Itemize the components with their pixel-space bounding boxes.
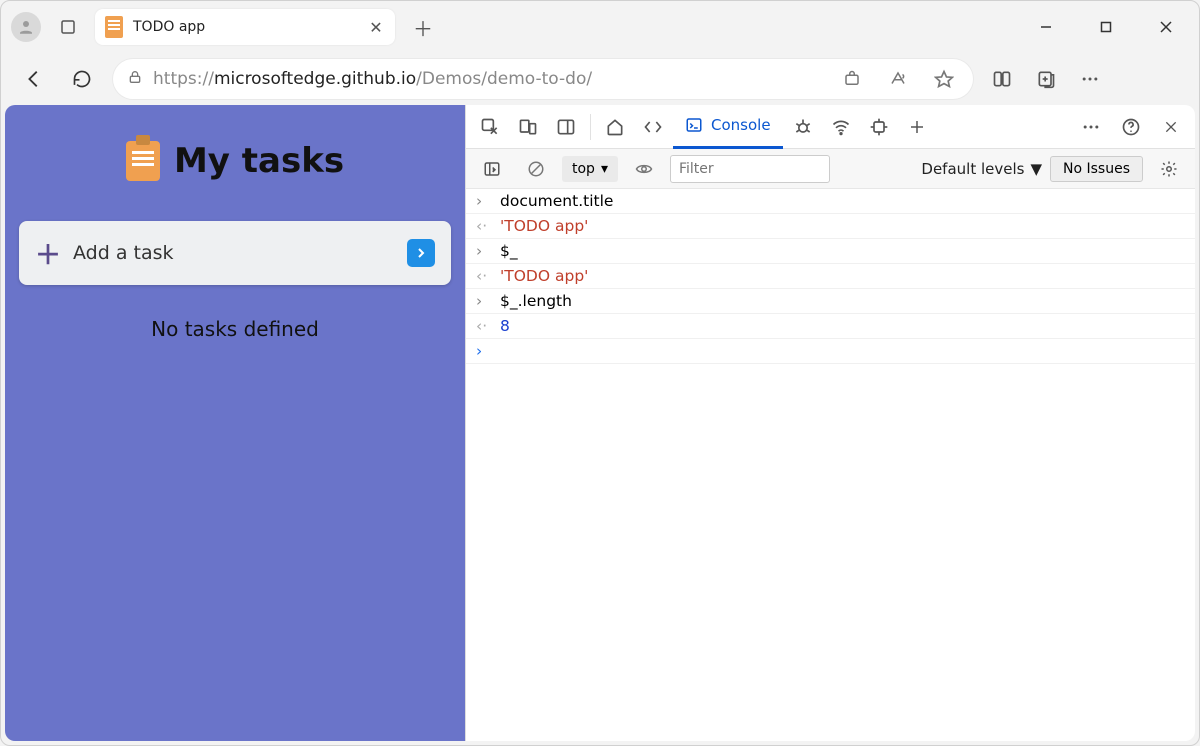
- console-output-line: ‹·8: [466, 314, 1195, 339]
- live-expression-icon[interactable]: [626, 151, 662, 187]
- console-tab[interactable]: Console: [673, 105, 783, 149]
- collections-icon[interactable]: [1031, 64, 1061, 94]
- toggle-sidebar-icon[interactable]: [474, 151, 510, 187]
- page-heading: My tasks: [126, 141, 344, 181]
- profile-avatar[interactable]: [11, 12, 41, 42]
- devtools-tabbar: Console: [466, 105, 1195, 149]
- context-selector[interactable]: top ▾: [562, 156, 618, 182]
- todo-app-page: My tasks ＋ Add a task No tasks defined: [5, 105, 465, 741]
- browser-titlebar: TODO app ✕ ＋: [1, 1, 1199, 53]
- log-levels-dropdown[interactable]: Default levels ▼: [921, 160, 1042, 178]
- add-task-row[interactable]: ＋ Add a task: [19, 221, 451, 285]
- welcome-tab-icon[interactable]: [597, 109, 633, 145]
- add-tab-icon[interactable]: [899, 109, 935, 145]
- window-close-icon[interactable]: [1143, 11, 1189, 43]
- no-tasks-message: No tasks defined: [151, 317, 319, 341]
- device-emulation-icon[interactable]: [510, 109, 546, 145]
- chevron-down-icon: ▾: [601, 161, 608, 177]
- shopping-icon[interactable]: [837, 64, 867, 94]
- console-output[interactable]: ›document.title‹·'TODO app'›$_‹·'TODO ap…: [466, 189, 1195, 741]
- site-lock-icon[interactable]: [127, 68, 143, 90]
- performance-tab-icon[interactable]: [861, 109, 897, 145]
- sources-bug-icon[interactable]: [785, 109, 821, 145]
- content-area: My tasks ＋ Add a task No tasks defined C…: [5, 105, 1195, 741]
- chevron-down-icon: ▼: [1030, 160, 1042, 178]
- network-tab-icon[interactable]: [823, 109, 859, 145]
- context-value: top: [572, 161, 595, 177]
- clipboard-icon: [126, 141, 160, 181]
- tab-title: TODO app: [133, 19, 357, 35]
- window-maximize-icon[interactable]: [1083, 11, 1129, 43]
- address-bar: https://microsoftedge.github.io/Demos/de…: [1, 53, 1199, 105]
- tab-favicon-clipboard-icon: [105, 16, 123, 38]
- devtools-more-icon[interactable]: [1073, 109, 1109, 145]
- split-screen-icon[interactable]: [987, 64, 1017, 94]
- back-button[interactable]: [17, 62, 51, 96]
- devtools-close-icon[interactable]: [1153, 109, 1189, 145]
- console-input-line: ›$_.length: [466, 289, 1195, 314]
- refresh-button[interactable]: [65, 62, 99, 96]
- console-filter-input[interactable]: [670, 155, 830, 183]
- url-field[interactable]: https://microsoftedge.github.io/Demos/de…: [113, 59, 973, 99]
- url-text: https://microsoftedge.github.io/Demos/de…: [153, 69, 592, 89]
- more-menu-icon[interactable]: [1075, 64, 1105, 94]
- console-prompt[interactable]: ›: [466, 339, 1195, 364]
- elements-tab-icon[interactable]: [635, 109, 671, 145]
- inspect-element-icon[interactable]: [472, 109, 508, 145]
- plus-icon: ＋: [35, 235, 61, 272]
- console-input-line: ›document.title: [466, 189, 1195, 214]
- console-output-line: ‹·'TODO app': [466, 214, 1195, 239]
- devtools-panel: Console top ▾ Default levels: [465, 105, 1195, 741]
- add-task-label: Add a task: [73, 242, 395, 264]
- tab-actions-icon[interactable]: [55, 14, 81, 40]
- close-tab-icon[interactable]: ✕: [367, 18, 385, 36]
- new-tab-button[interactable]: ＋: [409, 13, 437, 41]
- clear-console-icon[interactable]: [518, 151, 554, 187]
- window-minimize-icon[interactable]: [1023, 11, 1069, 43]
- read-aloud-icon[interactable]: [883, 64, 913, 94]
- console-input-line: ›$_: [466, 239, 1195, 264]
- dock-side-icon[interactable]: [548, 109, 584, 145]
- favorite-star-icon[interactable]: [929, 64, 959, 94]
- log-levels-label: Default levels: [921, 160, 1024, 178]
- devtools-help-icon[interactable]: [1113, 109, 1149, 145]
- console-settings-icon[interactable]: [1151, 151, 1187, 187]
- issues-button[interactable]: No Issues: [1050, 156, 1143, 182]
- submit-task-icon[interactable]: [407, 239, 435, 267]
- console-tab-label: Console: [711, 116, 771, 134]
- console-toolbar: top ▾ Default levels ▼ No Issues: [466, 149, 1195, 189]
- browser-tab[interactable]: TODO app ✕: [95, 9, 395, 45]
- console-output-line: ‹·'TODO app': [466, 264, 1195, 289]
